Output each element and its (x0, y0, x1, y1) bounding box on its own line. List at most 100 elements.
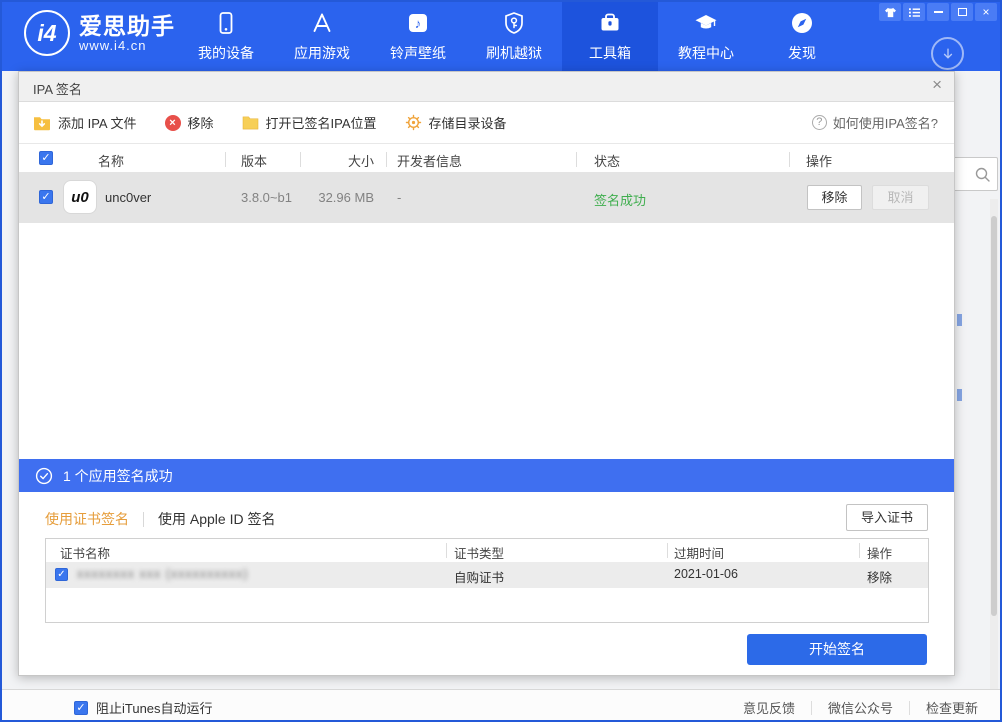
app-developer: - (397, 190, 401, 205)
feedback-link[interactable]: 意见反馈 (743, 698, 795, 717)
block-itunes-option[interactable]: ✓ 阻止iTunes自动运行 (74, 698, 213, 717)
toolbox-icon (597, 9, 623, 37)
how-to-use-help-link[interactable]: ? 如何使用IPA签名? (812, 113, 938, 132)
tab-apple-id-signing[interactable]: 使用 Apple ID 签名 (158, 509, 275, 529)
start-signing-button[interactable]: 开始签名 (747, 634, 927, 665)
certificate-table: 证书名称 证书类型 过期时间 操作 ✓ xxxxxxxx xxx (xxxxxx… (45, 538, 929, 623)
app-sign-status: 签名成功 (594, 190, 646, 209)
cert-column-name: 证书名称 (60, 543, 110, 562)
add-file-icon (33, 115, 51, 131)
close-window-button[interactable]: × (975, 3, 997, 21)
gear-icon (405, 114, 422, 131)
shirt-icon (884, 7, 897, 18)
row-remove-button[interactable]: 移除 (807, 185, 862, 210)
page-scrollbar-thumb[interactable] (991, 216, 997, 616)
nav-item-discover[interactable]: 发现 (754, 0, 850, 71)
dialog-toolbar: 添加 IPA 文件 × 移除 打开已签名IPA位置 存储目录设备 ? 如何使用I… (19, 102, 954, 144)
nav-item-ringtones-wallpapers[interactable]: ♪ 铃声壁纸 (370, 0, 466, 71)
sign-success-banner: 1 个应用签名成功 (19, 459, 954, 492)
app-url: www.i4.cn (79, 38, 175, 53)
app-size: 32.96 MB (300, 190, 374, 205)
cert-column-type: 证书类型 (454, 543, 504, 562)
select-all-checkbox[interactable]: ✓ (39, 151, 53, 165)
dialog-title: IPA 签名 (33, 79, 82, 98)
occluded-page-text (957, 314, 962, 326)
signing-tabs: 使用证书签名 使用 Apple ID 签名 (45, 509, 275, 529)
app-title: 爱思助手 (79, 14, 175, 38)
close-icon: × (982, 5, 989, 19)
dialog-titlebar: IPA 签名 × (19, 72, 954, 102)
search-input[interactable] (948, 157, 998, 191)
app-window: i4 爱思助手 www.i4.cn 我的设备 应用游戏 ♪ (0, 0, 1002, 722)
minimize-button[interactable] (927, 3, 949, 21)
app-version: 3.8.0~b1 (241, 190, 292, 205)
music-note-icon: ♪ (405, 9, 431, 37)
i4-logo-icon: i4 (24, 10, 70, 56)
app-logo: i4 爱思助手 www.i4.cn (24, 10, 175, 56)
occluded-page-text (957, 389, 962, 401)
shield-key-icon (501, 9, 527, 37)
app-table-row[interactable]: ✓ u0 unc0ver 3.8.0~b1 32.96 MB - 签名成功 移除… (19, 172, 954, 223)
graduation-cap-icon (693, 9, 719, 37)
main-menu-button[interactable] (903, 3, 925, 21)
nav-item-toolbox[interactable]: 工具箱 (562, 0, 658, 71)
statusbar-links: 意见反馈 微信公众号 检查更新 (743, 698, 978, 717)
menu-list-icon (908, 7, 921, 18)
add-ipa-button[interactable]: 添加 IPA 文件 (33, 113, 137, 132)
certificate-row[interactable]: ✓ xxxxxxxx xxx (xxxxxxxxxx) 自购证书 2021-01… (46, 562, 928, 588)
cert-column-operation: 操作 (867, 543, 892, 562)
cert-type: 自购证书 (454, 567, 504, 586)
appstore-icon (309, 9, 335, 37)
download-manager-button[interactable] (931, 37, 964, 70)
cert-remove-link[interactable]: 移除 (867, 567, 892, 586)
ipa-signing-dialog: IPA 签名 × 添加 IPA 文件 × 移除 打开已签名IPA位置 存储目录设… (18, 71, 955, 676)
banner-text: 1 个应用签名成功 (63, 466, 173, 486)
nav-item-tutorials[interactable]: 教程中心 (658, 0, 754, 71)
column-header-version: 版本 (241, 151, 267, 170)
import-certificate-button[interactable]: 导入证书 (846, 504, 928, 531)
column-header-name: 名称 (98, 151, 124, 170)
bottom-statusbar: ✓ 阻止iTunes自动运行 意见反馈 微信公众号 检查更新 (2, 689, 1000, 720)
nav-item-flash-jailbreak[interactable]: 刷机越狱 (466, 0, 562, 71)
main-nav: 我的设备 应用游戏 ♪ 铃声壁纸 刷机越狱 (178, 0, 850, 71)
maximize-button[interactable] (951, 3, 973, 21)
remove-circle-icon: × (165, 115, 181, 131)
download-arrow-icon (939, 45, 957, 63)
cert-expiry: 2021-01-06 (674, 567, 738, 581)
remove-ipa-button[interactable]: × 移除 (165, 113, 214, 132)
row-cancel-button: 取消 (872, 185, 929, 210)
certificate-checkbox[interactable]: ✓ (55, 568, 68, 581)
minimize-icon (934, 11, 943, 13)
storage-directory-device-button[interactable]: 存储目录设备 (405, 113, 507, 132)
app-header: i4 爱思助手 www.i4.cn 我的设备 应用游戏 ♪ (0, 0, 1002, 71)
maximize-icon (958, 8, 967, 16)
phone-icon (213, 9, 239, 37)
help-icon: ? (812, 115, 827, 130)
unc0ver-app-icon: u0 (63, 180, 97, 214)
check-update-link[interactable]: 检查更新 (926, 698, 978, 717)
cert-name-redacted: xxxxxxxx xxx (xxxxxxxxxx) (77, 567, 249, 581)
block-itunes-checkbox[interactable]: ✓ (74, 701, 88, 715)
wechat-account-link[interactable]: 微信公众号 (828, 698, 893, 717)
success-check-icon (35, 467, 53, 485)
column-header-status: 状态 (594, 151, 620, 170)
window-controls: × (879, 3, 997, 21)
app-name: unc0ver (105, 190, 151, 205)
cert-column-expiry: 过期时间 (674, 543, 724, 562)
open-signed-ipa-location-button[interactable]: 打开已签名IPA位置 (242, 113, 377, 132)
theme-skin-button[interactable] (879, 3, 901, 21)
block-itunes-label: 阻止iTunes自动运行 (96, 698, 213, 717)
column-header-size: 大小 (300, 151, 374, 170)
note-glyph: ♪ (415, 16, 422, 31)
tab-certificate-signing[interactable]: 使用证书签名 (45, 509, 129, 529)
nav-item-my-devices[interactable]: 我的设备 (178, 0, 274, 71)
column-header-operation: 操作 (806, 151, 832, 170)
row-checkbox[interactable]: ✓ (39, 190, 53, 204)
dialog-close-button[interactable]: × (932, 75, 942, 95)
nav-item-apps-games[interactable]: 应用游戏 (274, 0, 370, 71)
search-icon (974, 166, 991, 183)
certificate-table-header: 证书名称 证书类型 过期时间 操作 (46, 539, 928, 562)
column-header-developer: 开发者信息 (397, 151, 462, 170)
app-table-header: ✓ 名称 版本 大小 开发者信息 状态 操作 (19, 146, 954, 172)
compass-icon (789, 9, 815, 37)
